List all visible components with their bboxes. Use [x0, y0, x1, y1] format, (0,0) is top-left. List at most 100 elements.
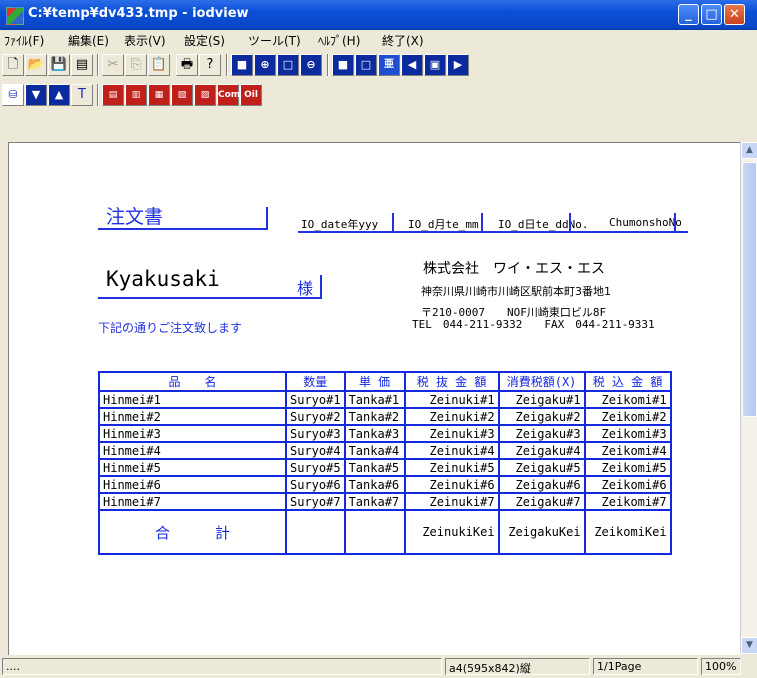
- header-item-name: 品 名: [98, 371, 287, 392]
- document-viewport[interactable]: 注文書 IO_date年yyy IO_d月te_mm IO_d日te_ddNo.…: [8, 142, 741, 655]
- com-button[interactable]: Com: [217, 84, 240, 106]
- cell-item: Hinmei#7: [98, 492, 287, 511]
- binoculars-icon[interactable]: ⛁: [2, 84, 24, 106]
- cell-qty: Suryo#6: [285, 475, 346, 494]
- cell-incl: Zeikomi#2: [583, 407, 672, 426]
- text-view-icon[interactable]: 亜: [378, 54, 400, 76]
- order-number-field: ChumonshoNo: [609, 216, 682, 229]
- table-row: Hinmei#3 Suryo#3 Tanka#3 Zeinuki#3 Zeigaku#3…: [98, 424, 672, 443]
- customer-name: Kyakusaki: [106, 267, 220, 291]
- field-red-icon[interactable]: ▤: [102, 84, 124, 106]
- menu-help[interactable]: ﾍﾙﾌﾟ(H): [318, 32, 360, 49]
- cell-item: Hinmei#4: [98, 441, 287, 460]
- first-page-icon[interactable]: ■: [231, 54, 253, 76]
- scroll-thumb[interactable]: [742, 162, 757, 417]
- total-label: 合 計: [98, 509, 287, 555]
- honorific: 様: [297, 279, 314, 298]
- cell-item: Hinmei#3: [98, 424, 287, 443]
- menu-settings[interactable]: 設定(S): [184, 32, 225, 49]
- menu-view[interactable]: 表示(V): [124, 32, 166, 49]
- menu-tools[interactable]: ツール(T): [248, 32, 301, 49]
- help-icon[interactable]: ?: [199, 54, 221, 76]
- cell-qty: Suryo#4: [285, 441, 346, 460]
- cell-tax: Zeigaku#2: [497, 407, 586, 426]
- phone-fax: TEL 044-211-9332 FAX 044-211-9331: [412, 318, 655, 331]
- company-address: 神奈川県川崎市川崎区駅前本町3番地1: [421, 285, 611, 298]
- current-page-icon[interactable]: ▣: [424, 54, 446, 76]
- cell-qty: Suryo#5: [285, 458, 346, 477]
- cut-icon[interactable]: ✂: [102, 54, 124, 76]
- save-as-icon[interactable]: ▤: [71, 54, 93, 76]
- menu-file[interactable]: ﾌｧｲﾙ(F): [4, 32, 44, 49]
- cell-price: Tanka#7: [343, 492, 406, 511]
- company-name: 株式会社 ワイ・エス・エス: [423, 261, 605, 277]
- total-incl: ZeikomiKei: [583, 509, 672, 555]
- cell-tax: Zeigaku#4: [497, 441, 586, 460]
- field-red-icon[interactable]: ▧: [171, 84, 193, 106]
- move-up-icon[interactable]: ▲: [48, 84, 70, 106]
- vertical-scrollbar[interactable]: ▲ ▼: [740, 142, 757, 654]
- menu-exit[interactable]: 終了(X): [382, 32, 424, 49]
- move-down-icon[interactable]: ▼: [25, 84, 47, 106]
- date-divider: [481, 213, 483, 233]
- cell-item: Hinmei#6: [98, 475, 287, 494]
- oil-button[interactable]: Oil: [240, 84, 262, 106]
- copy-icon[interactable]: ⎘: [125, 54, 147, 76]
- text-tool-icon[interactable]: T: [71, 84, 93, 106]
- header-unit-price: 単 価: [343, 371, 406, 392]
- double-page-icon[interactable]: □: [355, 54, 377, 76]
- cell-price: Tanka#6: [343, 475, 406, 494]
- date-day-field: IO_d日te_ddNo.: [498, 218, 589, 231]
- cell-qty: Suryo#7: [285, 492, 346, 511]
- cell-qty: Suryo#3: [285, 424, 346, 443]
- table-row: Hinmei#2 Suryo#2 Tanka#2 Zeinuki#2 Zeigaku#2…: [98, 407, 672, 426]
- order-note: 下記の通りご注文致します: [98, 321, 243, 335]
- customer-underline: [98, 297, 322, 299]
- print-icon[interactable]: 🖶: [176, 54, 198, 76]
- zoom-out-icon[interactable]: ⊖: [300, 54, 322, 76]
- header-quantity: 数量: [285, 371, 346, 392]
- toolbar-separator: [97, 54, 99, 76]
- field-red-icon[interactable]: ▥: [125, 84, 147, 106]
- cell-price: Tanka#4: [343, 441, 406, 460]
- field-red-icon[interactable]: ▦: [148, 84, 170, 106]
- cell-qty: Suryo#2: [285, 407, 346, 426]
- toolbar-separator: [226, 54, 228, 76]
- scroll-down-icon[interactable]: ▼: [741, 637, 757, 654]
- minimize-button[interactable]: _: [678, 4, 699, 25]
- cell-tax: Zeigaku#7: [497, 492, 586, 511]
- zoom-in-icon[interactable]: ⊕: [254, 54, 276, 76]
- previous-page-icon[interactable]: ◀: [401, 54, 423, 76]
- table-header-row: 品 名 数量 単 価 税 抜 金 額 消費税額(X) 税 込 金 額: [98, 371, 672, 392]
- cell-incl: Zeikomi#5: [583, 458, 672, 477]
- date-year-field: IO_date年yyy: [301, 218, 379, 231]
- total-price: [343, 509, 406, 555]
- maximize-button[interactable]: □: [701, 4, 722, 25]
- cell-incl: Zeikomi#3: [583, 424, 672, 443]
- cell-item: Hinmei#5: [98, 458, 287, 477]
- status-message: ....: [2, 658, 442, 675]
- table-row: Hinmei#6 Suryo#6 Tanka#6 Zeinuki#6 Zeigaku#6…: [98, 475, 672, 494]
- date-divider: [674, 213, 676, 233]
- cell-incl: Zeikomi#7: [583, 492, 672, 511]
- close-button[interactable]: ✕: [724, 4, 745, 25]
- status-zoom: 100%: [701, 658, 741, 675]
- page-icon[interactable]: □: [277, 54, 299, 76]
- cell-incl: Zeikomi#4: [583, 441, 672, 460]
- field-red-icon[interactable]: ▨: [194, 84, 216, 106]
- scroll-up-icon[interactable]: ▲: [741, 142, 757, 159]
- title-bar: C:¥temp¥dv433.tmp - iodview _ □ ✕: [0, 0, 757, 30]
- cell-item: Hinmei#1: [98, 390, 287, 409]
- cell-tax: Zeigaku#5: [497, 458, 586, 477]
- new-file-icon[interactable]: 🗋: [2, 54, 24, 76]
- cell-tax: Zeigaku#6: [497, 475, 586, 494]
- date-divider: [569, 213, 571, 233]
- next-page-icon[interactable]: ▶: [447, 54, 469, 76]
- single-page-icon[interactable]: ■: [332, 54, 354, 76]
- open-folder-icon[interactable]: 📂: [25, 54, 47, 76]
- save-icon[interactable]: 💾: [48, 54, 70, 76]
- menu-edit[interactable]: 編集(E): [68, 32, 109, 49]
- paste-icon[interactable]: 📋: [148, 54, 170, 76]
- cell-price: Tanka#1: [343, 390, 406, 409]
- header-price-incl-tax: 税 込 金 額: [583, 371, 672, 392]
